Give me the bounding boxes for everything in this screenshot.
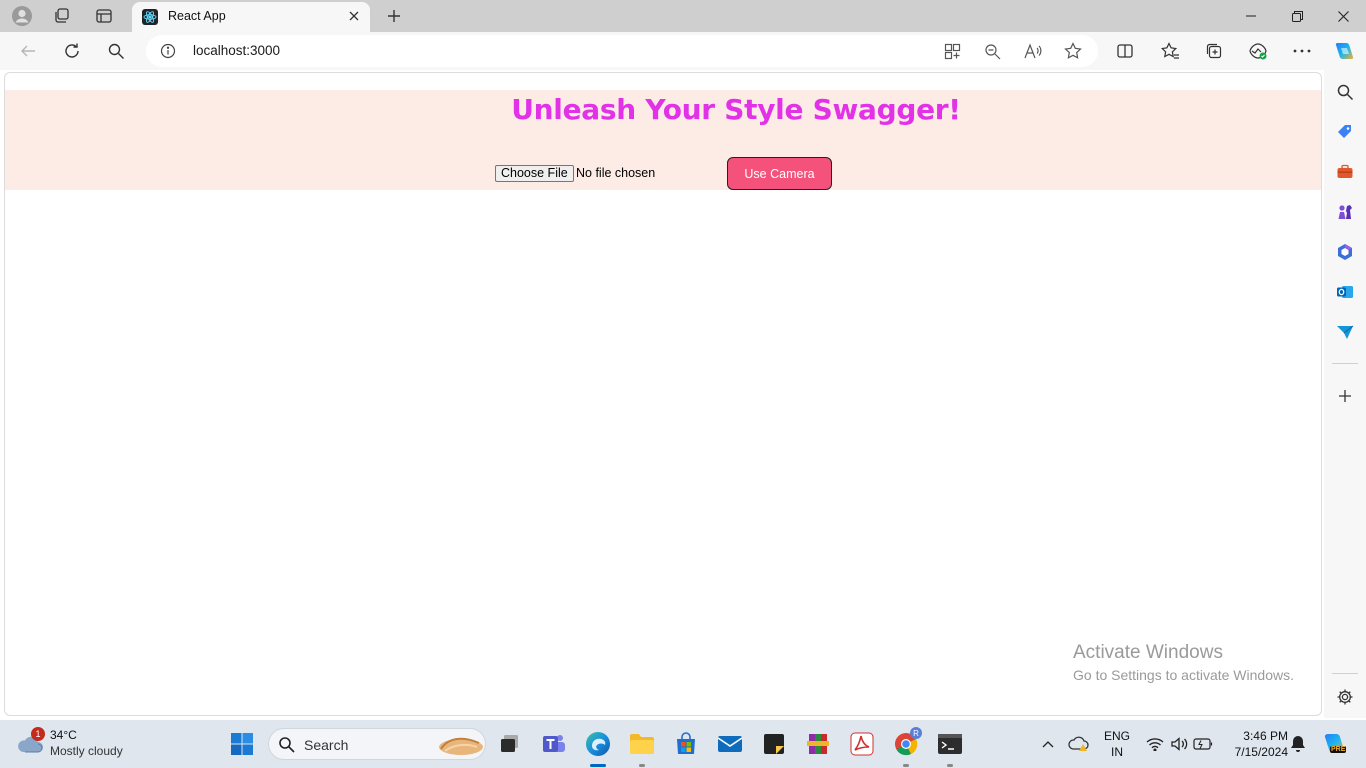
- use-camera-button[interactable]: Use Camera: [727, 157, 832, 190]
- watermark-title: Activate Windows: [1073, 642, 1223, 663]
- watermark-subtitle: Go to Settings to activate Windows.: [1073, 667, 1294, 683]
- sidebar-divider: [1332, 363, 1358, 364]
- windows-taskbar: 1 34°C Mostly cloudy Search R ENG IN 3:4…: [0, 720, 1366, 768]
- sticky-notes-icon[interactable]: [760, 730, 788, 758]
- edge-active-indicator: [590, 764, 606, 767]
- browser-tab-strip: React App: [0, 0, 1366, 32]
- search-highlight-illustration: [435, 731, 485, 764]
- restore-button[interactable]: [1274, 0, 1320, 32]
- microsoft-365-icon[interactable]: [1334, 241, 1356, 263]
- games-chess-icon[interactable]: [1334, 201, 1356, 223]
- show-hidden-icons-chevron-icon[interactable]: [1034, 730, 1062, 758]
- minimize-button[interactable]: [1228, 0, 1274, 32]
- shopping-tag-icon[interactable]: [1334, 121, 1356, 143]
- notifications-bell-icon[interactable]: [1284, 730, 1312, 758]
- workspaces-icon[interactable]: [50, 4, 74, 28]
- file-explorer-running-indicator: [639, 764, 645, 767]
- browser-essentials-icon[interactable]: [1246, 39, 1270, 63]
- weather-alert-badge: 1: [31, 727, 45, 741]
- url-text[interactable]: localhost:3000: [193, 43, 280, 58]
- language-code: ENG: [1103, 729, 1130, 743]
- language-region: IN: [1111, 745, 1123, 759]
- activate-windows-watermark: Activate Windows Go to Settings to activ…: [1073, 642, 1294, 683]
- edge-browser-icon[interactable]: [584, 730, 612, 758]
- page-heading: Unleash Your Style Swagger!: [511, 93, 961, 126]
- task-view-icon[interactable]: [496, 730, 524, 758]
- close-tab-icon[interactable]: [346, 8, 362, 24]
- clock-date: 7/15/2024: [1234, 745, 1288, 759]
- browser-tab[interactable]: React App: [132, 2, 370, 32]
- chrome-profile-badge: R: [910, 727, 922, 739]
- outlook-icon[interactable]: [1334, 281, 1356, 303]
- profile-icon[interactable]: [10, 4, 34, 28]
- refresh-icon[interactable]: [60, 39, 84, 63]
- copilot-preview-icon[interactable]: PRE: [1320, 730, 1348, 758]
- copilot-preview-badge: PRE: [1330, 746, 1347, 753]
- collections-icon[interactable]: [1202, 39, 1226, 63]
- split-screen-icon[interactable]: [1113, 39, 1137, 63]
- chrome-icon[interactable]: R: [892, 727, 922, 758]
- terminal-icon[interactable]: [936, 730, 964, 758]
- edge-sidebar: [1324, 70, 1366, 718]
- app-available-icon[interactable]: [940, 39, 964, 63]
- hero-banner: Unleash Your Style Swagger! Choose File …: [5, 90, 1321, 190]
- tools-briefcase-icon[interactable]: [1334, 161, 1356, 183]
- tab-title: React App: [168, 9, 226, 23]
- file-explorer-icon[interactable]: [628, 730, 656, 758]
- chrome-running-indicator: [903, 764, 909, 767]
- choose-file-button[interactable]: Choose File: [495, 165, 574, 182]
- taskbar-search-icon: [278, 736, 295, 758]
- react-logo-icon: [142, 9, 158, 25]
- language-indicator[interactable]: ENG IN: [1100, 729, 1134, 759]
- microsoft-store-icon[interactable]: [672, 730, 700, 758]
- more-options-icon[interactable]: [1290, 39, 1314, 63]
- favorite-star-icon[interactable]: [1061, 39, 1085, 63]
- taskbar-search-label: Search: [304, 737, 349, 753]
- vertical-tabs-icon[interactable]: [92, 4, 116, 28]
- send-paper-plane-icon[interactable]: [1334, 321, 1356, 343]
- search-icon[interactable]: [104, 39, 128, 63]
- favorites-icon[interactable]: [1158, 39, 1182, 63]
- terminal-running-indicator: [947, 764, 953, 767]
- windows-start-icon[interactable]: [228, 730, 256, 758]
- back-icon[interactable]: [16, 39, 40, 63]
- sidebar-search-icon[interactable]: [1334, 81, 1356, 103]
- sidebar-settings-gear-icon[interactable]: [1334, 686, 1356, 708]
- copilot-icon[interactable]: [1332, 39, 1356, 63]
- add-sidebar-app-icon[interactable]: [1334, 385, 1356, 407]
- clock-time: 3:46 PM: [1243, 729, 1288, 743]
- zoom-out-icon[interactable]: [980, 39, 1004, 63]
- onedrive-warning-icon[interactable]: [1065, 730, 1093, 758]
- acrobat-reader-icon[interactable]: [848, 730, 876, 758]
- file-status-text: No file chosen: [576, 166, 656, 180]
- taskbar-search-box[interactable]: Search: [268, 728, 486, 760]
- browser-toolbar: localhost:3000: [0, 32, 1366, 70]
- page-viewport: Unleash Your Style Swagger! Choose File …: [4, 72, 1322, 716]
- mail-icon[interactable]: [716, 730, 744, 758]
- address-bar[interactable]: localhost:3000: [146, 35, 1098, 67]
- winrar-icon[interactable]: [804, 730, 832, 758]
- new-tab-button[interactable]: [382, 4, 406, 28]
- close-window-button[interactable]: [1320, 0, 1366, 32]
- teams-icon[interactable]: [540, 730, 568, 758]
- weather-condition[interactable]: Mostly cloudy: [50, 744, 123, 758]
- site-info-icon[interactable]: [160, 43, 176, 59]
- weather-temperature[interactable]: 34°C: [50, 728, 77, 742]
- sidebar-divider: [1332, 673, 1358, 674]
- clock[interactable]: 3:46 PM 7/15/2024: [1226, 729, 1288, 759]
- battery-icon[interactable]: [1189, 730, 1217, 758]
- read-aloud-icon[interactable]: [1021, 39, 1045, 63]
